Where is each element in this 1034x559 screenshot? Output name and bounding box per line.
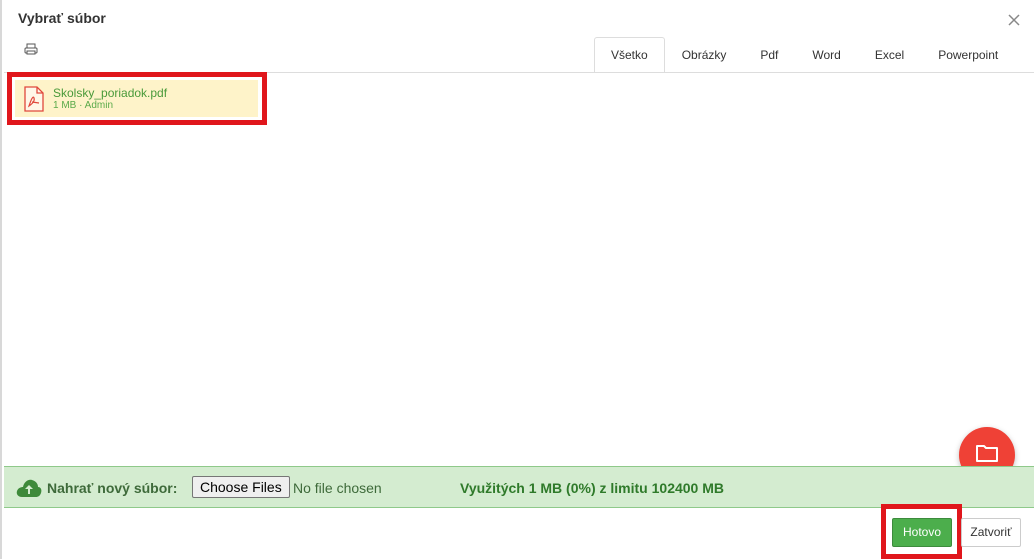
file-meta: Skolsky_poriadok.pdf 1 MB · Admin [53, 87, 167, 111]
close-icon[interactable] [1006, 12, 1022, 28]
tab-word[interactable]: Word [795, 37, 857, 73]
file-type-tabs: Všetko Obrázky Pdf Word Excel Powerpoint [594, 37, 1015, 73]
dialog-title: Vybrať súbor [18, 10, 106, 26]
file-item[interactable]: Skolsky_poriadok.pdf 1 MB · Admin [15, 80, 258, 117]
tab-excel[interactable]: Excel [858, 37, 921, 73]
done-button[interactable]: Hotovo [892, 518, 952, 547]
file-picker-dialog: Vybrať súbor Všetko Obrázky Pdf Word Exc… [0, 0, 1034, 559]
tab-pdf[interactable]: Pdf [743, 37, 795, 73]
close-button[interactable]: Zatvoriť [961, 518, 1021, 547]
no-file-chosen-text: No file chosen [293, 480, 382, 496]
upload-bar: Nahrať nový súbor: Choose Files No file … [4, 466, 1034, 508]
tab-vsetko[interactable]: Všetko [594, 37, 665, 73]
print-icon[interactable] [24, 42, 38, 55]
tab-obrazky[interactable]: Obrázky [665, 37, 744, 73]
file-list-area [4, 73, 1034, 466]
pdf-file-icon [23, 85, 45, 112]
storage-usage-text: Využitých 1 MB (0%) z limitu 102400 MB [460, 480, 724, 496]
cloud-upload-icon [16, 478, 42, 498]
file-name: Skolsky_poriadok.pdf [53, 85, 168, 100]
choose-files-button[interactable]: Choose Files [192, 476, 290, 498]
upload-label: Nahrať nový súbor: [47, 480, 178, 496]
folder-icon [975, 443, 999, 468]
file-size-owner: 1 MB · Admin [53, 99, 114, 111]
tab-powerpoint[interactable]: Powerpoint [921, 37, 1015, 73]
